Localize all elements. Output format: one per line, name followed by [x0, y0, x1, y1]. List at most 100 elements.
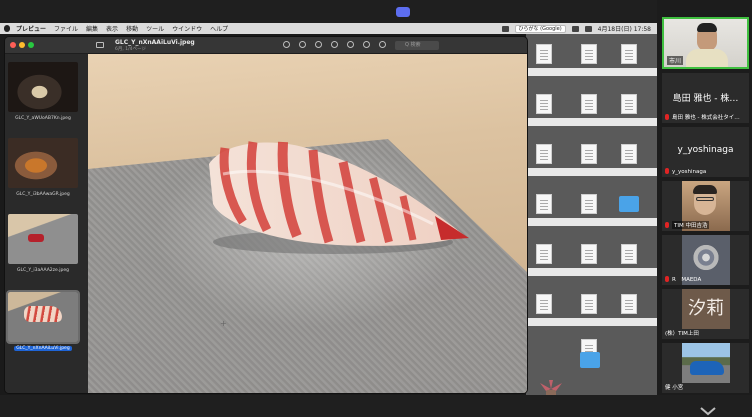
- menu-help[interactable]: ヘルプ: [210, 24, 228, 33]
- mic-muted-icon: [665, 114, 669, 120]
- participant-video: [682, 343, 730, 383]
- menu-app[interactable]: プレビュー: [16, 24, 46, 33]
- wifi-icon[interactable]: [501, 25, 509, 32]
- menu-file[interactable]: ファイル: [54, 24, 78, 33]
- participant-tile[interactable]: TIM 中田吉浩: [662, 181, 749, 231]
- markup-icon[interactable]: [347, 41, 354, 48]
- thumbnail-item-selected[interactable]: GLC_Y_nXnAAiLuVi.jpeg: [6, 290, 80, 351]
- mic-muted-icon: [665, 222, 669, 228]
- zoom-out-icon[interactable]: [299, 41, 306, 48]
- file-icon[interactable]: [621, 144, 637, 164]
- crop-icon[interactable]: [379, 41, 386, 48]
- participants-panel: 市川 島田 雅也 - 株… 島田 雅也 - 株式会社タイ… y_yoshinag…: [657, 0, 752, 417]
- file-icon[interactable]: [581, 194, 597, 214]
- participant-label: (株）TIM上田: [665, 331, 699, 337]
- participant-tile[interactable]: 汐莉 (株）TIM上田: [662, 289, 749, 339]
- file-icon[interactable]: [581, 44, 597, 64]
- shrimp-sushi-image: [209, 141, 469, 254]
- search-field[interactable]: Q 検索: [395, 41, 439, 50]
- shared-screen: プレビュー ファイル 編集 表示 移動 ツール ウインドウ ヘルプ ひらがな (…: [0, 23, 657, 395]
- participant-tile[interactable]: 市川: [662, 17, 749, 69]
- preview-window: GLC_Y_nXnAAiLuVi.jpeg 6月, 1/4ページ Q 検索 GL…: [4, 36, 528, 394]
- participant-label: 島田 雅也 - 株式会社タイ…: [672, 115, 740, 121]
- file-icon[interactable]: [581, 244, 597, 264]
- mic-muted-icon: [665, 276, 669, 282]
- bottom-bar: [0, 395, 752, 417]
- sidebar-toggle-icon[interactable]: [96, 42, 104, 48]
- plant-icon: [540, 380, 562, 395]
- file-icon[interactable]: [621, 44, 637, 64]
- rotate-icon[interactable]: [363, 41, 370, 48]
- participant-tile[interactable]: 島田 雅也 - 株… 島田 雅也 - 株式会社タイ…: [662, 73, 749, 123]
- thumbnail-image: [8, 214, 78, 264]
- file-icon[interactable]: [536, 144, 552, 164]
- menu-window[interactable]: ウインドウ: [172, 24, 202, 33]
- share-icon[interactable]: [331, 41, 338, 48]
- menu-go[interactable]: 移動: [126, 24, 138, 33]
- screen-share-indicator[interactable]: [396, 7, 410, 17]
- thumbnail-sidebar: GLC_Y_aWUoAB7Kn.jpeg GLC_Y_i3bAAwaGR.jpe…: [5, 54, 88, 393]
- cursor-crosshair-icon: +: [220, 319, 227, 328]
- mic-muted-icon: [665, 168, 669, 174]
- file-icon[interactable]: [536, 244, 552, 264]
- zoom-in-icon[interactable]: [315, 41, 322, 48]
- preview-titlebar: GLC_Y_nXnAAiLuVi.jpeg 6月, 1/4ページ Q 検索: [5, 37, 527, 54]
- file-icon[interactable]: [536, 294, 552, 314]
- participant-tile[interactable]: R MAEDA: [662, 235, 749, 285]
- control-center-icon[interactable]: [584, 25, 592, 32]
- zoom-button[interactable]: [28, 42, 34, 48]
- participant-label: y_yoshinaga: [672, 169, 707, 175]
- participant-display-name: 島田 雅也 - 株…: [672, 94, 739, 104]
- menu-view[interactable]: 表示: [106, 24, 118, 33]
- thumbnail-caption: GLC_Y_i3aAAA2ze.jpeg: [17, 268, 69, 273]
- main-image: +: [88, 54, 527, 393]
- window-controls: [10, 42, 34, 48]
- thumbnail-caption: GLC_Y_aWUoAB7Kn.jpeg: [15, 116, 71, 121]
- file-icon[interactable]: [536, 94, 552, 114]
- thumbnail-item[interactable]: GLC_Y_i3bAAwaGR.jpeg: [8, 138, 78, 197]
- toolbar-icons: [283, 41, 386, 48]
- participant-label: TIM 中田吉浩: [672, 221, 710, 229]
- file-icon[interactable]: [536, 194, 552, 214]
- file-icon[interactable]: [621, 244, 637, 264]
- apple-menu-icon[interactable]: [4, 25, 10, 32]
- minimize-button[interactable]: [19, 42, 25, 48]
- thumbnail-item[interactable]: GLC_Y_aWUoAB7Kn.jpeg: [8, 62, 78, 121]
- file-icon[interactable]: [621, 94, 637, 114]
- participant-name: 市川: [667, 56, 684, 65]
- top-bar: [0, 0, 752, 23]
- battery-icon[interactable]: [571, 25, 579, 32]
- menubar-clock[interactable]: 4月18日(日) 17:58: [598, 24, 651, 33]
- file-icon[interactable]: [581, 294, 597, 314]
- file-icon[interactable]: [581, 94, 597, 114]
- file-icon[interactable]: [581, 144, 597, 164]
- scroll-down-icon[interactable]: [700, 401, 716, 417]
- thumbnail-caption: GLC_Y_i3bAAwaGR.jpeg: [16, 192, 70, 197]
- thumbnail-item[interactable]: GLC_Y_i3aAAA2ze.jpeg: [8, 214, 78, 273]
- file-icon[interactable]: [536, 44, 552, 64]
- participant-tile[interactable]: 健 小宮: [662, 343, 749, 393]
- participant-label: R MAEDA: [672, 277, 702, 283]
- folder-icon[interactable]: [619, 196, 639, 212]
- menu-edit[interactable]: 編集: [86, 24, 98, 33]
- thumbnail-image: [6, 290, 80, 344]
- folder-icon[interactable]: [580, 352, 600, 368]
- file-icon[interactable]: [621, 294, 637, 314]
- thumbnail-image: [8, 138, 78, 188]
- info-icon[interactable]: [283, 41, 290, 48]
- document-subtitle: 6月, 1/4ページ: [115, 47, 146, 52]
- menu-tools[interactable]: ツール: [146, 24, 164, 33]
- thumbnail-image: [8, 62, 78, 112]
- document-title: GLC_Y_nXnAAiLuVi.jpeg: [115, 39, 195, 46]
- participant-tile[interactable]: y_yoshinaga y_yoshinaga: [662, 127, 749, 177]
- close-button[interactable]: [10, 42, 16, 48]
- menubar-status: ひらがな (Google) 4月18日(日) 17:58: [501, 23, 651, 34]
- thumbnail-caption: GLC_Y_nXnAAiLuVi.jpeg: [14, 346, 72, 351]
- participant-label: 健 小宮: [665, 385, 684, 391]
- input-source[interactable]: ひらがな (Google): [514, 24, 566, 33]
- participant-display-name: y_yoshinaga: [677, 145, 734, 155]
- participant-avatar: 汐莉: [682, 289, 730, 329]
- desktop-files: [526, 34, 657, 395]
- zoom-meeting-window: プレビュー ファイル 編集 表示 移動 ツール ウインドウ ヘルプ ひらがな (…: [0, 0, 752, 417]
- mac-menubar: プレビュー ファイル 編集 表示 移動 ツール ウインドウ ヘルプ ひらがな (…: [0, 23, 657, 34]
